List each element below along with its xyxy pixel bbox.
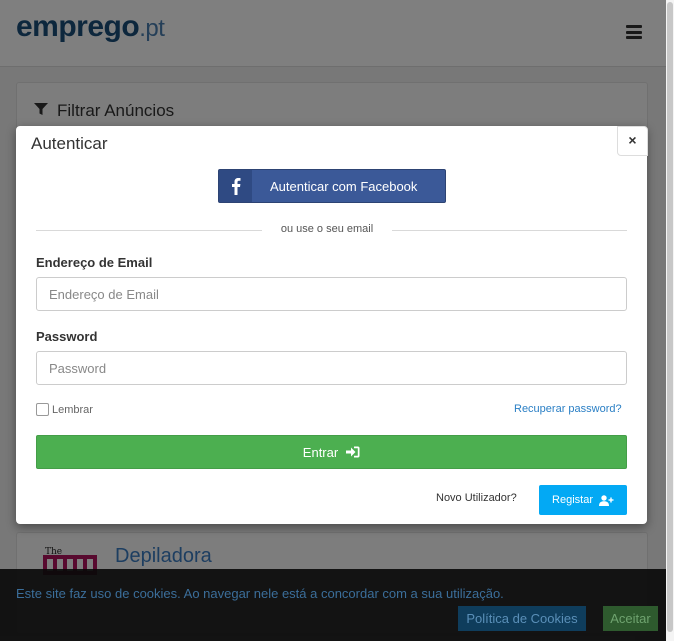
scrollbar-thumb[interactable] — [667, 2, 673, 632]
recover-password-link[interactable]: Recuperar password? — [514, 403, 622, 415]
modal-title: Autenticar — [31, 134, 108, 153]
remember-checkbox[interactable] — [36, 403, 49, 416]
sign-in-icon — [346, 446, 360, 458]
remember-label: Lembrar — [52, 403, 93, 416]
divider-right — [392, 230, 627, 231]
password-field[interactable] — [36, 351, 627, 385]
enter-button[interactable]: Entrar — [36, 435, 627, 469]
divider-text: ou use o seu email — [280, 223, 374, 235]
email-field[interactable] — [36, 277, 627, 311]
facebook-login-label: Autenticar com Facebook — [270, 179, 418, 194]
enter-button-label: Entrar — [302, 444, 339, 460]
remember-me[interactable]: Lembrar — [36, 403, 93, 416]
cookie-text: Este site faz uso de cookies. Ao navegar… — [16, 586, 504, 601]
email-label: Endereço de Email — [36, 255, 153, 270]
divider-left — [36, 230, 262, 231]
user-plus-icon — [598, 494, 614, 506]
facebook-icon — [219, 170, 252, 202]
register-button-label: Registar — [552, 494, 593, 506]
login-modal: Autenticar × Autenticar com Facebook ou … — [16, 126, 648, 524]
cookie-banner: Este site faz uso de cookies. Ao navegar… — [0, 569, 666, 641]
new-user-text: Novo Utilizador? — [436, 492, 517, 504]
page-scrollbar[interactable] — [666, 0, 674, 641]
register-button[interactable]: Registar — [539, 485, 627, 515]
facebook-login-button[interactable]: Autenticar com Facebook — [218, 169, 446, 203]
cookie-policy-button[interactable]: Política de Cookies — [458, 606, 586, 631]
cookie-accept-button[interactable]: Aceitar — [603, 606, 658, 631]
close-button[interactable]: × — [617, 126, 648, 156]
password-label: Password — [36, 329, 98, 344]
